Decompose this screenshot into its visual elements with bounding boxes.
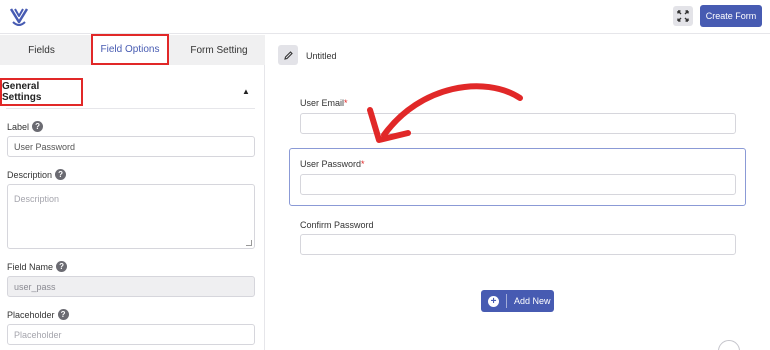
- annotation-arrow-icon: [367, 83, 523, 143]
